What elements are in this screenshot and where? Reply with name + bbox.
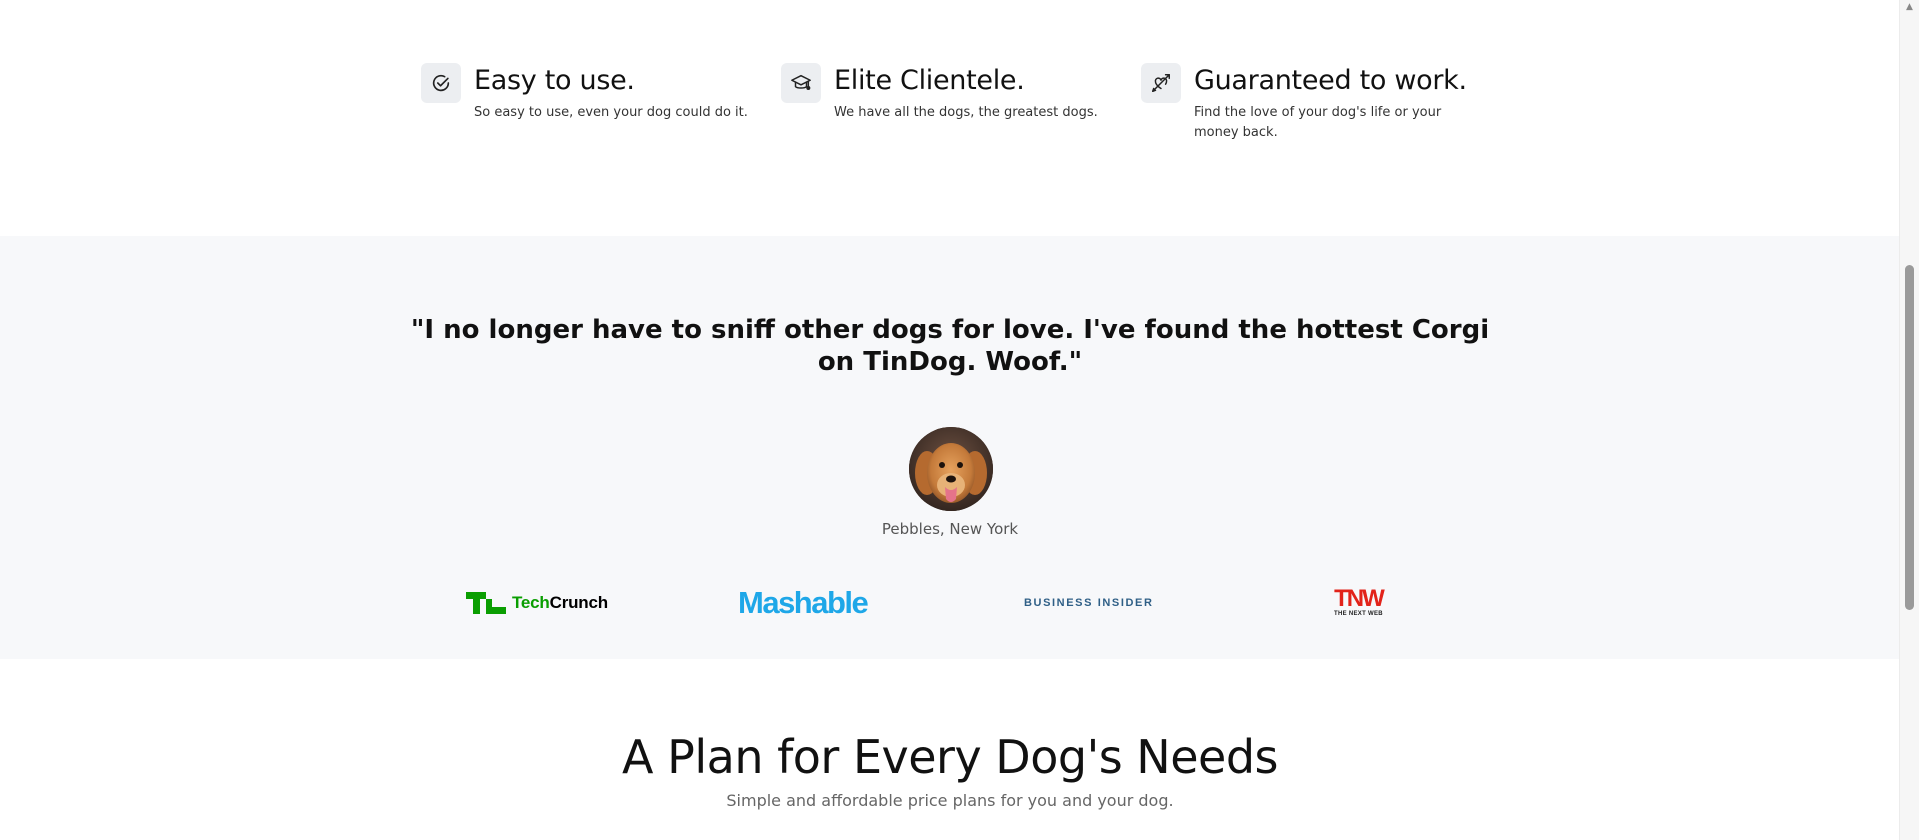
dog-portrait-icon	[909, 427, 993, 511]
features-section: Easy to use. So easy to use, even your d…	[0, 0, 1900, 236]
feature-elite-clientele: Elite Clientele. We have all the dogs, t…	[781, 63, 1124, 123]
avatar	[909, 427, 993, 511]
feature-easy-to-use: Easy to use. So easy to use, even your d…	[421, 63, 764, 123]
tnw-sub-text: THE NEXT WEB	[1334, 611, 1383, 617]
feature-guaranteed: Guaranteed to work. Find the love of you…	[1141, 63, 1484, 143]
testimonial-section: "I no longer have to sniff other dogs fo…	[0, 236, 1900, 659]
feature-description: Find the love of your dog's life or your…	[1194, 105, 1442, 140]
pricing-title: A Plan for Every Dog's Needs	[622, 730, 1278, 784]
page-scrollbar[interactable]: ▲	[1899, 0, 1919, 840]
page: Easy to use. So easy to use, even your d…	[0, 0, 1919, 840]
techcrunch-crunch: Crunch	[549, 593, 609, 612]
techcrunch-mark-icon	[466, 592, 506, 614]
scrollbar-thumb[interactable]	[1905, 265, 1914, 610]
tnw-logo: TNW THE NEXT WEB	[1334, 583, 1385, 623]
check-circle-icon	[421, 63, 461, 103]
testimonial-quote: "I no longer have to sniff other dogs fo…	[410, 315, 1490, 377]
feature-title: Easy to use.	[474, 65, 635, 96]
tnw-main-text: TNW	[1334, 585, 1385, 612]
business-insider-text: BUSINESS INSIDER	[1024, 597, 1154, 609]
feature-text: Easy to use. So easy to use, even your d…	[474, 63, 764, 123]
feature-text: Elite Clientele. We have all the dogs, t…	[834, 63, 1124, 123]
feature-text: Guaranteed to work. Find the love of you…	[1194, 63, 1484, 143]
feature-description: So easy to use, even your dog could do i…	[474, 105, 748, 120]
graduation-cap-icon	[781, 63, 821, 103]
testimonial-author: Pebbles, New York	[881, 520, 1019, 538]
mashable-logo: Mashable	[738, 583, 869, 623]
techcrunch-tech: Tech	[512, 593, 550, 612]
feature-description: We have all the dogs, the greatest dogs.	[834, 105, 1098, 120]
pricing-section: A Plan for Every Dog's Needs Simple and …	[0, 659, 1900, 840]
pricing-subtitle: Simple and affordable price plans for yo…	[726, 791, 1174, 810]
feature-title: Guaranteed to work.	[1194, 65, 1467, 96]
feature-title: Elite Clientele.	[834, 65, 1025, 96]
scroll-up-arrow-icon[interactable]: ▲	[1900, 0, 1919, 14]
press-logos: TechCrunch Mashable BUSINESS INSIDER TNW…	[0, 583, 1900, 623]
heart-arrow-icon	[1141, 63, 1181, 103]
mashable-text: Mashable	[738, 585, 869, 620]
business-insider-logo: BUSINESS INSIDER	[1024, 583, 1154, 623]
techcrunch-logo: TechCrunch	[466, 583, 608, 623]
